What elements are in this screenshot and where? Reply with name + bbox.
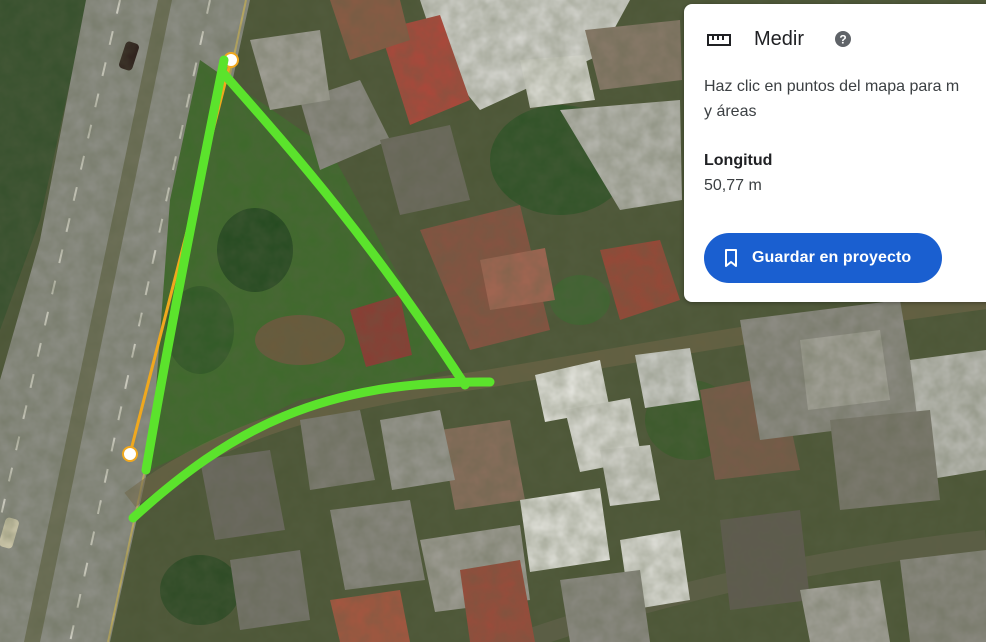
panel-title: Medir (754, 28, 805, 50)
panel-description: Haz clic en puntos del mapa para m y áre… (704, 78, 960, 120)
save-button-label: Guardar en proyecto (752, 249, 912, 266)
bookmark-icon (725, 248, 737, 267)
measure-label: Longitud (704, 152, 773, 169)
ruler-icon (707, 34, 731, 46)
measure-panel: Medir ? Haz clic en puntos del mapa para… (684, 4, 986, 302)
svg-text:?: ? (839, 33, 846, 47)
save-to-project-button[interactable]: Guardar en proyecto (704, 233, 942, 283)
measure-value: 50,77 m (704, 177, 762, 194)
measure-point-end[interactable] (122, 446, 138, 462)
help-icon[interactable]: ? (834, 30, 852, 48)
